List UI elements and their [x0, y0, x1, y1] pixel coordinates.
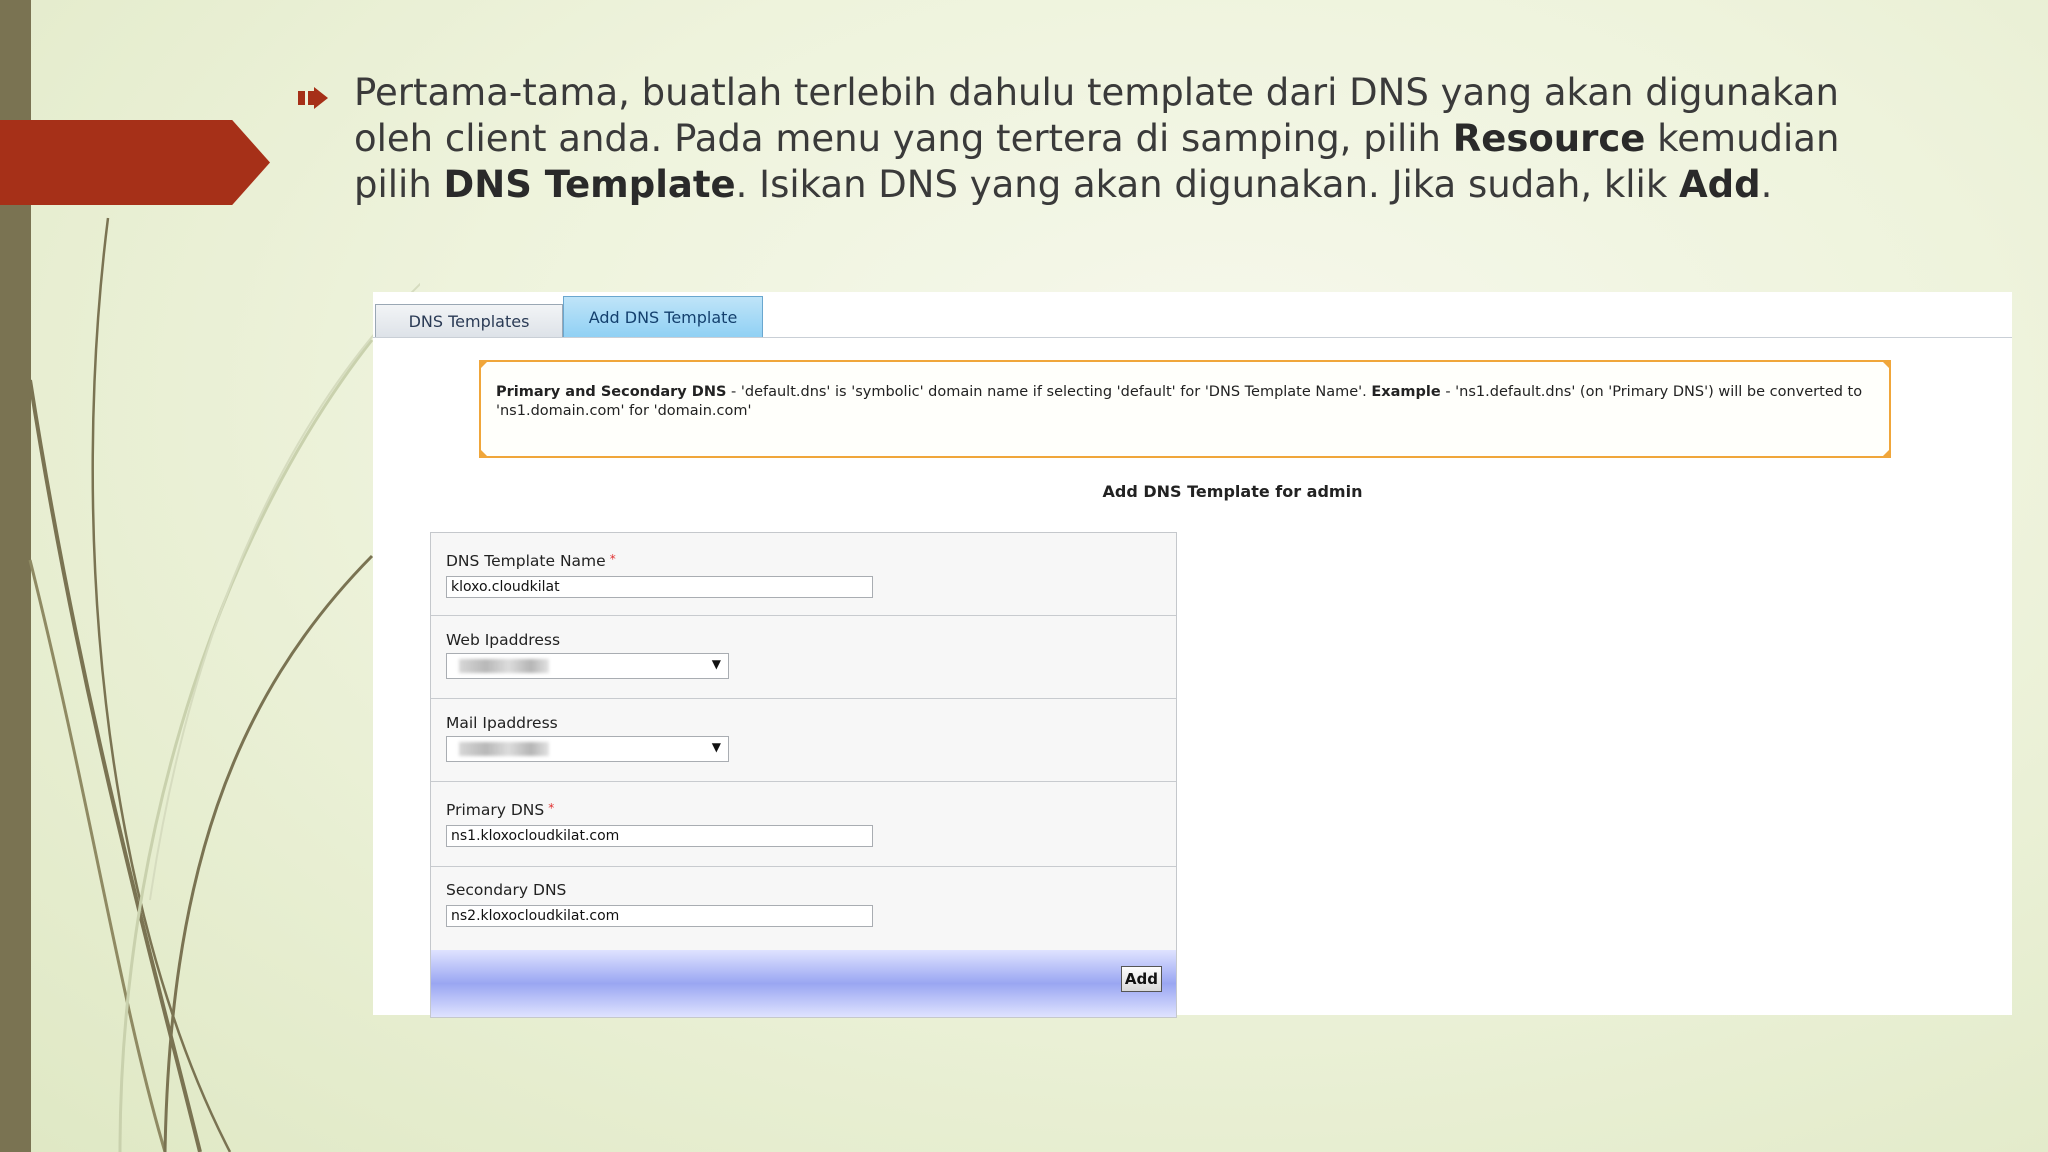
template-name-input[interactable] [446, 576, 873, 598]
form-row-secondary-dns: Secondary DNS [431, 867, 1176, 950]
web-ip-select[interactable]: ▼ [446, 653, 729, 679]
redacted-value [459, 659, 549, 673]
resource-bold: Resource [1452, 117, 1646, 160]
instruction-text: Pertama-tama, buatlah terlebih dahulu te… [354, 71, 1840, 206]
required-mark: * [609, 552, 616, 566]
form-row-primary-dns: Primary DNS * [431, 782, 1176, 867]
chevron-down-icon: ▼ [711, 740, 721, 754]
mail-ip-select[interactable]: ▼ [446, 736, 729, 762]
form-row-template-name: DNS Template Name * [431, 533, 1176, 616]
tab-divider [373, 337, 2012, 338]
form-heading: Add DNS Template for admin [1102, 482, 1363, 501]
web-ip-label: Web Ipaddress [446, 631, 561, 649]
note-corner [1881, 360, 1891, 370]
form-row-web-ip: Web Ipaddress ▼ [431, 616, 1176, 699]
tab-dns-templates[interactable]: DNS Templates [375, 304, 563, 338]
note-text: - 'default.dns' is 'symbolic' domain nam… [726, 384, 1372, 400]
note-bold-title: Primary and Secondary DNS [496, 384, 727, 400]
add-bold: Add [1679, 163, 1761, 206]
form-row-mail-ip: Mail Ipaddress ▼ [431, 699, 1176, 782]
bullet-paragraph: Pertama-tama, buatlah terlebih dahulu te… [298, 70, 1918, 208]
primary-dns-input[interactable] [446, 825, 873, 847]
secondary-dns-label: Secondary DNS [446, 881, 567, 899]
tab-add-dns-template[interactable]: Add DNS Template [563, 296, 763, 338]
red-arrow-shape [0, 120, 270, 205]
chevron-down-icon: ▼ [711, 657, 721, 671]
note-bold-example: Example [1371, 384, 1441, 400]
add-dns-template-form: DNS Template Name* Web Ipaddress ▼ Mail … [430, 532, 1177, 1018]
required-mark: * [548, 801, 555, 815]
template-name-label: DNS Template Name * [446, 552, 616, 570]
secondary-dns-input[interactable] [446, 905, 873, 927]
kloxo-screenshot: DNS Templates Add DNS Template Primary a… [373, 292, 2012, 1018]
arrow-bullet-icon [298, 87, 328, 109]
primary-dns-label: Primary DNS * [446, 801, 555, 819]
form-button-bar: Add [431, 950, 1176, 1017]
note-corner [479, 360, 489, 370]
add-button[interactable]: Add [1120, 966, 1162, 992]
redacted-value [459, 742, 549, 756]
note-corner [479, 448, 489, 458]
dns-template-bold: DNS Template [443, 163, 736, 206]
mail-ip-label: Mail Ipaddress [446, 714, 558, 732]
note-corner [1881, 448, 1891, 458]
info-note-box: Primary and Secondary DNS - 'default.dns… [479, 360, 1891, 458]
